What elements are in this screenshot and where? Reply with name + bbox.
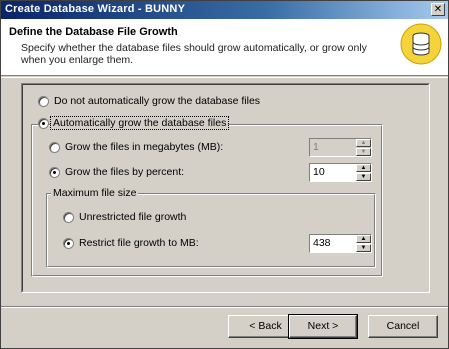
auto-grow-label[interactable]: Automatically grow the database files <box>49 116 230 130</box>
header-divider <box>1 77 448 78</box>
spin-up-icon[interactable]: ▲ <box>356 235 371 243</box>
page-description: Specify whether the database files shoul… <box>21 42 367 66</box>
close-icon: ✕ <box>433 4 443 15</box>
next-button[interactable]: Next > <box>288 314 358 339</box>
no-auto-grow-radio[interactable] <box>38 96 49 107</box>
no-auto-grow-label[interactable]: Do not automatically grow the database f… <box>54 95 260 107</box>
close-button[interactable]: ✕ <box>431 3 445 16</box>
unrestricted-growth-radio[interactable] <box>63 212 74 223</box>
grow-percent-label[interactable]: Grow the files by percent: <box>65 166 184 178</box>
auto-grow-radio[interactable] <box>38 118 49 129</box>
cancel-button[interactable]: Cancel <box>368 315 438 338</box>
restrict-growth-label[interactable]: Restrict file growth to MB: <box>79 237 199 249</box>
max-file-size-group <box>46 193 376 268</box>
window-title: Create Database Wizard - BUNNY <box>5 3 186 15</box>
unrestricted-growth-label[interactable]: Unrestricted file growth <box>79 211 186 223</box>
button-divider <box>1 306 448 308</box>
page-title: Define the Database File Growth <box>9 26 178 38</box>
wizard-header: Define the Database File Growth Specify … <box>1 19 448 76</box>
restrict-growth-radio[interactable] <box>63 238 74 249</box>
max-file-size-legend: Maximum file size <box>51 187 139 199</box>
grow-mb-radio[interactable] <box>49 142 60 153</box>
spin-up-icon[interactable]: ▲ <box>356 164 371 172</box>
grow-mb-label[interactable]: Grow the files in megabytes (MB): <box>65 141 223 153</box>
grow-mb-value: 1 <box>313 141 319 153</box>
grow-percent-radio[interactable] <box>49 167 60 178</box>
title-bar[interactable]: Create Database Wizard - BUNNY ✕ <box>1 1 448 19</box>
grow-mb-spinner[interactable]: 1 ▲ ▼ <box>309 138 372 157</box>
wizard-window: Create Database Wizard - BUNNY ✕ Define … <box>0 0 449 349</box>
database-cylinder-icon <box>400 23 442 65</box>
grow-percent-spinner[interactable]: 10 ▲ ▼ <box>309 163 372 182</box>
restrict-growth-value: 438 <box>313 237 331 249</box>
spin-down-icon[interactable]: ▼ <box>356 244 371 252</box>
grow-percent-value: 10 <box>313 166 325 178</box>
spin-down-icon[interactable]: ▼ <box>356 173 371 181</box>
spin-down-icon[interactable]: ▼ <box>356 148 371 156</box>
spin-up-icon[interactable]: ▲ <box>356 139 371 147</box>
restrict-growth-spinner[interactable]: 438 ▲ ▼ <box>309 234 372 253</box>
